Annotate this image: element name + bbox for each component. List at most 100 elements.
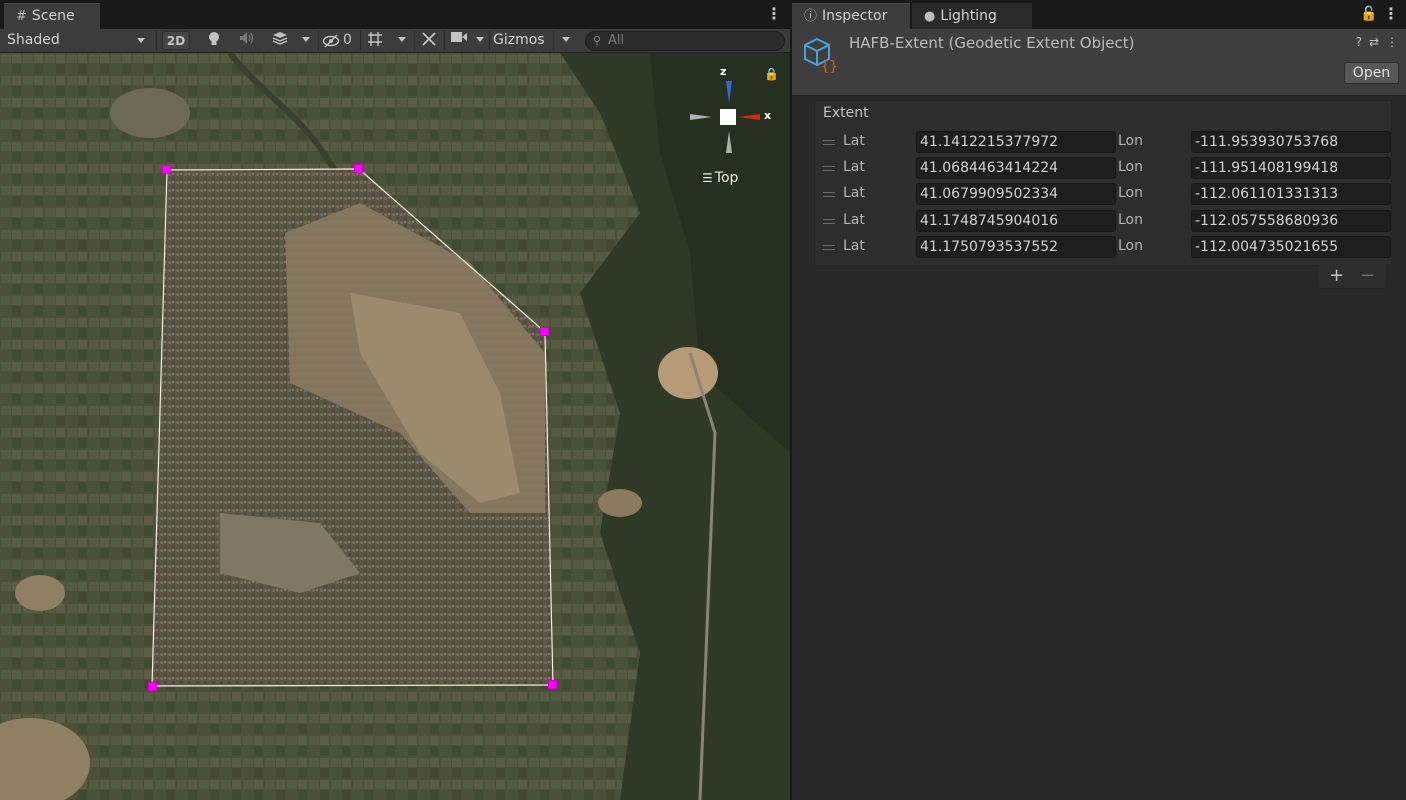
inspector-lock-icon[interactable]: 🔓 xyxy=(1360,6,1377,24)
drag-handle-icon[interactable] xyxy=(823,192,835,198)
shading-mode-value: Shaded xyxy=(7,32,60,48)
drag-handle-icon[interactable] xyxy=(823,218,835,224)
grid-icon: # xyxy=(16,9,27,24)
header-icon-group: ? ⇄ ⋮ xyxy=(1349,35,1398,49)
grid-snap-icon xyxy=(368,32,382,46)
extent-header[interactable]: Extent xyxy=(815,101,1391,127)
inspector-tabbar: ⓘ Inspector ● Lighting 🔓 ⋮ xyxy=(792,0,1406,29)
extent-vertex-handle[interactable] xyxy=(540,327,549,336)
gizmos-button[interactable]: Gizmos xyxy=(493,29,551,52)
tools-button[interactable] xyxy=(418,31,440,50)
wrench-icon xyxy=(422,32,436,46)
camera-button[interactable] xyxy=(448,31,470,50)
lon-field[interactable]: -111.951408199418 xyxy=(1191,157,1391,180)
tab-inspector-label: Inspector xyxy=(822,8,888,24)
lat-label: Lat xyxy=(843,133,865,149)
z-axis-label: z xyxy=(720,65,727,78)
lat-label: Lat xyxy=(843,211,865,228)
drag-handle-icon[interactable] xyxy=(823,140,835,145)
lat-field[interactable]: 41.1748745904016 xyxy=(916,209,1116,232)
x-axis-cone[interactable] xyxy=(738,114,760,120)
lat-field[interactable]: 41.1750793537552 xyxy=(916,235,1116,258)
scene-tabbar: # Scene ⋮ xyxy=(0,0,788,29)
search-icon: ⚲ xyxy=(593,34,602,47)
remove-element-button[interactable]: − xyxy=(1360,265,1375,286)
open-button[interactable]: Open xyxy=(1344,62,1399,84)
scene-viewport[interactable]: z x 🔒 ☰ Top xyxy=(0,53,790,800)
toolbar-divider xyxy=(553,31,554,50)
tab-scene[interactable]: # Scene xyxy=(4,3,100,29)
lat-label: Lat xyxy=(843,159,865,176)
z-axis-cone[interactable] xyxy=(726,81,732,103)
lock-icon[interactable]: 🔒 xyxy=(764,67,779,81)
list-item: Lat 41.1412215377972 Lon -111.9539307537… xyxy=(815,129,1393,155)
grid-toggle-button[interactable] xyxy=(364,31,386,50)
extent-vertex-handle[interactable] xyxy=(548,680,557,689)
tab-inspector[interactable]: ⓘ Inspector xyxy=(792,3,910,29)
lon-field[interactable]: -111.953930753768 xyxy=(1191,131,1391,153)
toolbar-divider xyxy=(444,31,445,50)
extent-vertex-handle[interactable] xyxy=(162,165,171,174)
neg-z-axis-cone[interactable] xyxy=(726,131,732,153)
extent-vertex-handle[interactable] xyxy=(148,682,157,691)
drag-handle-icon[interactable] xyxy=(823,166,835,172)
gizmo-center-cube[interactable] xyxy=(720,109,736,125)
scriptable-object-icon: {} xyxy=(804,37,838,73)
list-item: Lat 41.1750793537552 Lon -112.0047350216… xyxy=(815,234,1393,260)
toolbar-divider xyxy=(318,31,319,50)
audio-toggle-button[interactable] xyxy=(236,31,258,50)
hidden-objects-toggle[interactable]: 0 xyxy=(322,31,356,50)
lon-field[interactable]: -112.061101331313 xyxy=(1191,183,1391,206)
shading-mode-dropdown[interactable]: Shaded xyxy=(7,29,152,52)
lat-field[interactable]: 41.0684463414224 xyxy=(916,157,1116,180)
effects-dropdown[interactable] xyxy=(296,31,316,50)
list-item: Lat 41.0684463414224 Lon -111.9514081994… xyxy=(815,155,1393,181)
lat-field[interactable]: 41.0679909502334 xyxy=(916,183,1116,206)
gizmos-dropdown[interactable] xyxy=(556,31,576,50)
preset-icon[interactable]: ⇄ xyxy=(1369,35,1379,49)
chevron-down-icon xyxy=(137,38,145,43)
chevron-down-icon xyxy=(302,37,310,42)
orientation-gizmo[interactable] xyxy=(688,73,768,155)
camera-icon xyxy=(451,32,467,42)
inspector-panel: ⓘ Inspector ● Lighting 🔓 ⋮ {} HAFB-Extent … xyxy=(792,0,1406,800)
list-item: Lat 41.1748745904016 Lon -112.0575586809… xyxy=(815,208,1393,234)
orientation-text: Top xyxy=(714,170,739,186)
menu-lines-icon: ☰ xyxy=(702,171,713,185)
scene-search-input[interactable]: ⚲ All xyxy=(585,31,785,51)
toolbar-divider xyxy=(414,31,415,50)
component-menu-icon[interactable]: ⋮ xyxy=(1386,35,1398,49)
lon-label: Lon xyxy=(1118,159,1143,176)
drag-handle-icon[interactable] xyxy=(823,244,835,250)
lightbulb-icon xyxy=(209,32,219,45)
lon-label: Lon xyxy=(1118,211,1143,228)
extent-vertex-handle[interactable] xyxy=(354,164,363,173)
lon-label: Lon xyxy=(1118,185,1143,202)
inspector-menu-icon[interactable]: ⋮ xyxy=(1383,6,1399,24)
toolbar-divider xyxy=(360,31,361,50)
lon-field[interactable]: -112.057558680936 xyxy=(1191,209,1391,232)
lat-field[interactable]: 41.1412215377972 xyxy=(916,131,1116,153)
scene-menu-icon[interactable]: ⋮ xyxy=(766,6,782,24)
extent-rows: Lat 41.1412215377972 Lon -111.9539307537… xyxy=(815,129,1393,260)
speaker-icon xyxy=(240,32,254,44)
hidden-count: 0 xyxy=(343,32,352,48)
effects-toggle-button[interactable] xyxy=(268,31,292,50)
view-orientation-label[interactable]: ☰ Top xyxy=(702,170,738,186)
add-element-button[interactable]: + xyxy=(1329,265,1344,286)
2d-toggle-button[interactable]: 2D xyxy=(162,31,190,50)
extent-label: Extent xyxy=(823,105,869,121)
lon-field[interactable]: -112.004735021655 xyxy=(1191,235,1391,258)
help-icon[interactable]: ? xyxy=(1356,35,1362,49)
neg-x-axis-cone[interactable] xyxy=(690,114,712,120)
svg-text:{}: {} xyxy=(821,59,838,73)
lat-label: Lat xyxy=(843,237,865,254)
tab-lighting[interactable]: ● Lighting xyxy=(912,3,1032,29)
grid-dropdown[interactable] xyxy=(392,31,412,50)
tab-lighting-label: Lighting xyxy=(940,8,997,24)
inspector-header: {} HAFB-Extent (Geodetic Extent Object) … xyxy=(792,29,1406,96)
x-axis-label: x xyxy=(764,109,772,122)
chevron-down-icon xyxy=(476,37,484,42)
lighting-toggle-button[interactable] xyxy=(203,31,225,50)
camera-dropdown[interactable] xyxy=(472,31,488,50)
